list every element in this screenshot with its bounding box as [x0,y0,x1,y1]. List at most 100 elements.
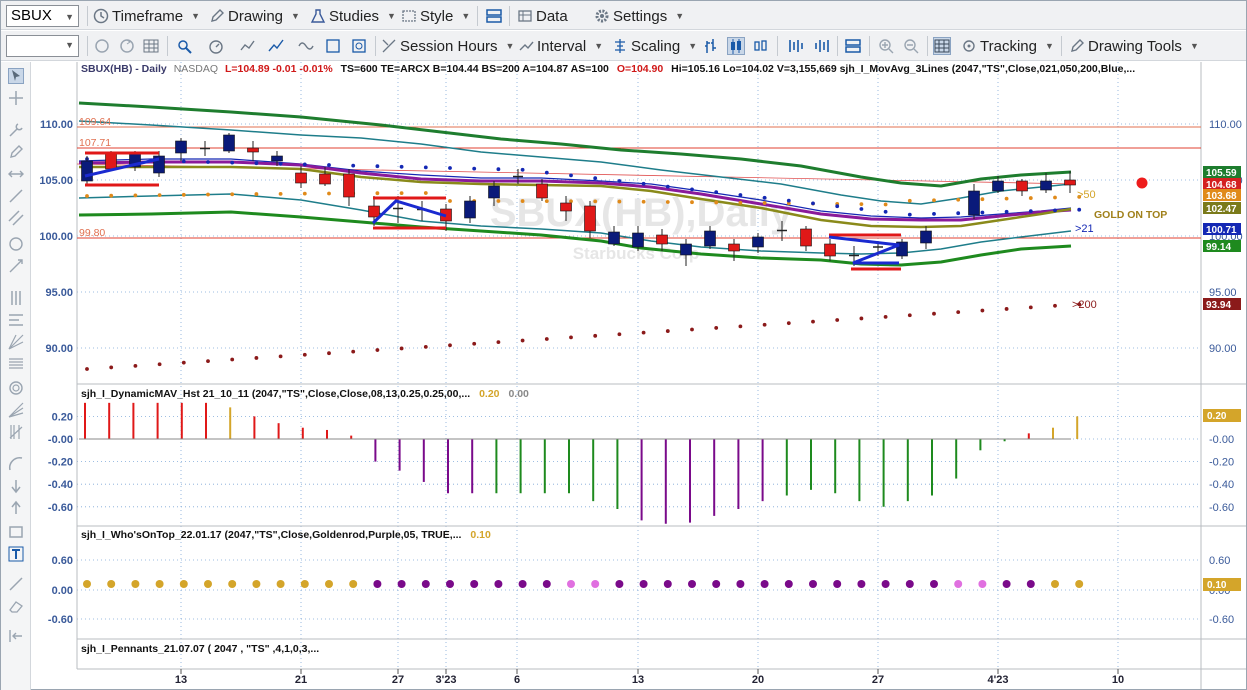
ma21-dot [980,210,985,215]
ma21-dot [811,201,815,206]
wot-dot [155,580,164,588]
ma21-dot [254,161,259,166]
wot-dot [736,580,745,588]
dmav-header: sjh_I_DynamicMAV_Hst 21_10_11 (2047,"TS"… [81,388,529,400]
ma200-dot [1028,305,1033,310]
ma21-dot [956,211,961,216]
price-axis-label-right: 110.00 [1209,119,1242,131]
wot-dot [1075,580,1084,588]
ma200-dot [375,348,380,352]
ma21-dot [496,167,501,172]
wot-tag-label: 0.10 [1207,580,1227,591]
dmav-axis-label-right: -0.40 [1209,479,1234,491]
header-details: TS=600 TE=ARCX B=104.44 BS=200 A=104.87 … [341,63,609,75]
header-exchange: NASDAQ [174,63,218,75]
chart-area[interactable]: SBUX(HB),Daily Starbucks Corp 13 21 27 3'23… [1,1,1246,689]
ma50-dot [1028,196,1033,200]
ma21-dot [1004,209,1009,214]
dmav-axis-label-left: 0.20 [52,411,73,423]
ma21-label: >21 [1075,223,1094,235]
header-rest: Hi=105.16 Lo=104.02 V=3,155,669 sjh_I_Mo… [671,63,1135,75]
header-quote: L=104.89 -0.01 -0.01% [225,63,333,75]
alert-marker[interactable] [1136,177,1148,189]
ma21-dot [520,167,525,172]
bull-candle [608,231,620,245]
ma21-dot [1053,208,1057,213]
dmav-value-1: 0.20 [479,388,500,400]
bear-candle [343,173,355,198]
ma50-dot [544,199,549,204]
bull-candle [464,200,476,219]
price-axis-label-left: 105.00 [39,175,73,187]
ma200-dot [302,352,307,357]
wot-dot [615,580,624,588]
ma21-dot [641,181,646,186]
bear-candle [560,202,572,212]
bear-candle [656,234,668,245]
wot-dot [421,580,430,588]
wot-dot [1002,580,1011,588]
bull-candle [920,230,932,244]
wot-dot [1051,580,1059,588]
wot-header: sjh_I_Who'sOnTop_22.01.17 (2047,"TS",Clo… [81,529,491,541]
trading-window: SBUX ▼ Timeframe ▼ Drawing ▼ Studies ▼ S… [0,0,1247,690]
ma21-dot [423,165,428,170]
bull-candle [968,190,980,216]
ma50-dot [714,200,719,205]
pane-separators [76,62,1246,689]
x-tick-label: 4'23 [988,674,1009,686]
ma21-dot [1028,209,1033,214]
ma200-dot [157,362,162,367]
bull-candle [752,236,764,248]
wot-axis-label-left: 0.00 [52,585,73,597]
wot-dot [446,580,454,588]
price-header: SBUX(HB) - Daily NASDAQ L=104.89 -0.01 -… [81,63,1135,75]
ma200-dot [496,340,501,345]
ma21-dot [859,207,864,211]
price-axis-label-right: 95.00 [1209,287,1237,299]
wot-dot [930,580,938,588]
ma200-dot [85,367,89,371]
ma21-dot [932,212,936,216]
wot-dot [300,580,309,588]
ma21-dot [302,162,307,167]
ma200-dot [956,310,961,315]
gold-on-top-label: GOLD ON TOP [1094,209,1167,221]
ma200-dot [423,344,428,349]
ma21-dot [375,164,380,169]
ma21-dot [835,204,840,209]
bull-candle [704,230,716,247]
ma21-dot [907,212,912,217]
ma21-dot [665,184,670,189]
ma50-dot [230,192,235,197]
ma21-dot [569,173,573,178]
ma50-dot [496,199,501,203]
ma50-dot [956,197,961,202]
bear-candle [800,228,812,247]
wot-dot [639,580,648,588]
bear-candle [728,243,740,252]
whos-on-top-dots [83,580,1084,588]
ma200-dot [883,314,888,319]
bull-candle [680,243,692,256]
ma200-dot [327,351,331,356]
wot-dot [567,580,575,588]
ma21-dot [181,159,186,164]
ma21-dot [714,190,719,195]
dmav-axis-label-left: -0.20 [48,457,73,469]
ma21-dot [278,161,283,166]
bear-candle [247,147,259,153]
wot-dot [905,580,914,588]
ma50-dot [254,192,259,196]
bull-candle [1040,180,1052,191]
ma21-dot [690,187,694,192]
ma21-dot [448,166,452,170]
wot-dot [518,580,527,588]
ma50-dot [690,200,694,205]
ma200-dot [665,329,670,333]
dmav-axis-label-left: -0.40 [48,479,73,491]
wot-dot [760,580,769,588]
wot-axis-label-left: -0.60 [48,614,73,626]
ma50-dot [932,198,936,203]
wot-dot [784,580,793,588]
